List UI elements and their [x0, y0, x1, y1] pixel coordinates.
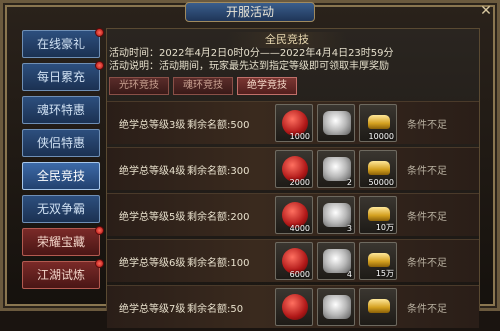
item-quantity: 4000: [289, 224, 310, 233]
reward-item-silver-orb[interactable]: [317, 288, 355, 326]
reward-item-gold-ingot[interactable]: 10万: [359, 196, 397, 234]
reward-item-silver-orb[interactable]: 2: [317, 150, 355, 188]
item-quantity: 3: [346, 224, 352, 233]
sidebar-item-label: 全民竞技: [36, 169, 85, 183]
notification-dot: [95, 259, 104, 268]
gold-ingot-icon: [368, 115, 390, 129]
sidebar-item-daily-recharge[interactable]: 每日累充: [22, 61, 104, 91]
claim-status: 条件不足: [407, 258, 447, 269]
red-gem-icon: [282, 294, 308, 320]
gold-ingot-icon: [368, 207, 390, 221]
remaining-slots: 剩余名额:50: [187, 304, 244, 315]
tab-skill-compete[interactable]: 绝学竞技: [237, 77, 297, 95]
sidebar-item-label: 无双争霸: [36, 202, 85, 216]
remaining-slots: 剩余名额:300: [187, 166, 250, 177]
tab-bar: 光环竞技 魂环竞技 绝学竞技: [109, 77, 297, 95]
item-quantity: 10万: [375, 223, 394, 232]
reward-item-gold-ingot[interactable]: 50000: [359, 150, 397, 188]
reward-row: 绝学总等级7级 剩余名额:50 条件不足: [107, 285, 479, 328]
reward-row: 绝学总等级6级 剩余名额:100 6000 4 15万 条件不足: [107, 239, 479, 282]
reward-item-red-gem[interactable]: [275, 288, 313, 326]
activity-description: 活动说明：活动期间，玩家最先达到指定等级即可领取丰厚奖励: [109, 61, 389, 72]
remaining-slots: 剩余名额:500: [187, 120, 250, 131]
remaining-slots: 剩余名额:200: [187, 212, 250, 223]
requirement-label: 绝学总等级6级: [119, 258, 186, 269]
reward-item-silver-orb[interactable]: 4: [317, 242, 355, 280]
reward-item-silver-orb[interactable]: [317, 104, 355, 142]
sidebar-item-label: 在线豪礼: [36, 37, 85, 51]
activity-time: 活动时间：2022年4月2日0时0分——2022年4月4日23时59分: [109, 48, 394, 59]
close-icon[interactable]: ✕: [478, 3, 494, 19]
reward-item-red-gem[interactable]: 2000: [275, 150, 313, 188]
item-quantity: 2: [346, 178, 352, 187]
reward-row: 绝学总等级4级 剩余名额:300 2000 2 50000 条件不足: [107, 147, 479, 190]
reward-row: 绝学总等级3级 剩余名额:500 1000 10000 条件不足: [107, 101, 479, 144]
gold-ingot-icon: [368, 161, 390, 175]
main-panel: 全民竞技 活动时间：2022年4月2日0时0分——2022年4月4日23时59分…: [106, 28, 480, 328]
item-quantity: 50000: [368, 178, 394, 187]
claim-status: 条件不足: [407, 120, 447, 131]
sidebar-item-companion-deal[interactable]: 侠侣特惠: [22, 129, 100, 157]
item-quantity: 15万: [375, 269, 394, 278]
reward-item-gold-ingot[interactable]: [359, 288, 397, 326]
sidebar-item-online-gift[interactable]: 在线豪礼: [22, 28, 104, 58]
sidebar-item-label: 每日累充: [36, 70, 85, 84]
item-quantity: 6000: [289, 270, 310, 279]
reward-list: 绝学总等级3级 剩余名额:500 1000 10000 条件不足 绝学总等级4级…: [107, 101, 479, 331]
sidebar-item-label: 魂环特惠: [36, 103, 85, 117]
sidebar-item-all-compete[interactable]: 全民竞技: [22, 162, 100, 190]
reward-item-red-gem[interactable]: 4000: [275, 196, 313, 234]
window-title: 开服活动: [185, 2, 315, 22]
claim-status: 条件不足: [407, 212, 447, 223]
item-quantity: 4: [346, 270, 352, 279]
sidebar-item-peerless-battle[interactable]: 无双争霸: [22, 195, 100, 223]
requirement-label: 绝学总等级7级: [119, 304, 186, 315]
activity-info: 活动时间：2022年4月2日0时0分——2022年4月4日23时59分 活动说明…: [109, 47, 394, 73]
remaining-slots: 剩余名额:100: [187, 258, 250, 269]
sidebar-item-soul-ring-deal[interactable]: 魂环特惠: [22, 96, 100, 124]
sidebar-item-label: 侠侣特惠: [36, 136, 85, 150]
silver-orb-icon: [323, 111, 351, 135]
tab-soul-ring-compete[interactable]: 魂环竞技: [173, 77, 233, 95]
reward-item-red-gem[interactable]: 6000: [275, 242, 313, 280]
reward-item-gold-ingot[interactable]: 15万: [359, 242, 397, 280]
requirement-label: 绝学总等级3级: [119, 120, 186, 131]
tab-halo-compete[interactable]: 光环竞技: [109, 77, 169, 95]
reward-item-gold-ingot[interactable]: 10000: [359, 104, 397, 142]
sidebar-item-label: 荣耀宝藏: [36, 235, 85, 249]
notification-dot: [95, 28, 104, 37]
panel-title: 全民竞技: [227, 32, 347, 48]
reward-item-silver-orb[interactable]: 3: [317, 196, 355, 234]
notification-dot: [95, 226, 104, 235]
item-quantity: 2000: [289, 178, 310, 187]
gold-ingot-icon: [368, 253, 390, 267]
silver-orb-icon: [323, 295, 351, 319]
reward-row: 绝学总等级5级 剩余名额:200 4000 3 10万 条件不足: [107, 193, 479, 236]
sidebar-item-glory-treasure[interactable]: 荣耀宝藏: [22, 226, 104, 256]
claim-status: 条件不足: [407, 166, 447, 177]
item-quantity: 10000: [368, 132, 394, 141]
reward-item-red-gem[interactable]: 1000: [275, 104, 313, 142]
sidebar-item-jianghu-trial[interactable]: 江湖试炼: [22, 259, 104, 289]
sidebar-item-label: 江湖试炼: [36, 268, 85, 282]
sidebar: 在线豪礼 每日累充 魂环特惠 侠侣特惠 全民竞技 无双争霸 荣耀宝藏 江湖试炼: [22, 28, 104, 294]
notification-dot: [95, 61, 104, 70]
item-quantity: 1000: [289, 132, 310, 141]
requirement-label: 绝学总等级5级: [119, 212, 186, 223]
claim-status: 条件不足: [407, 304, 447, 315]
requirement-label: 绝学总等级4级: [119, 166, 186, 177]
